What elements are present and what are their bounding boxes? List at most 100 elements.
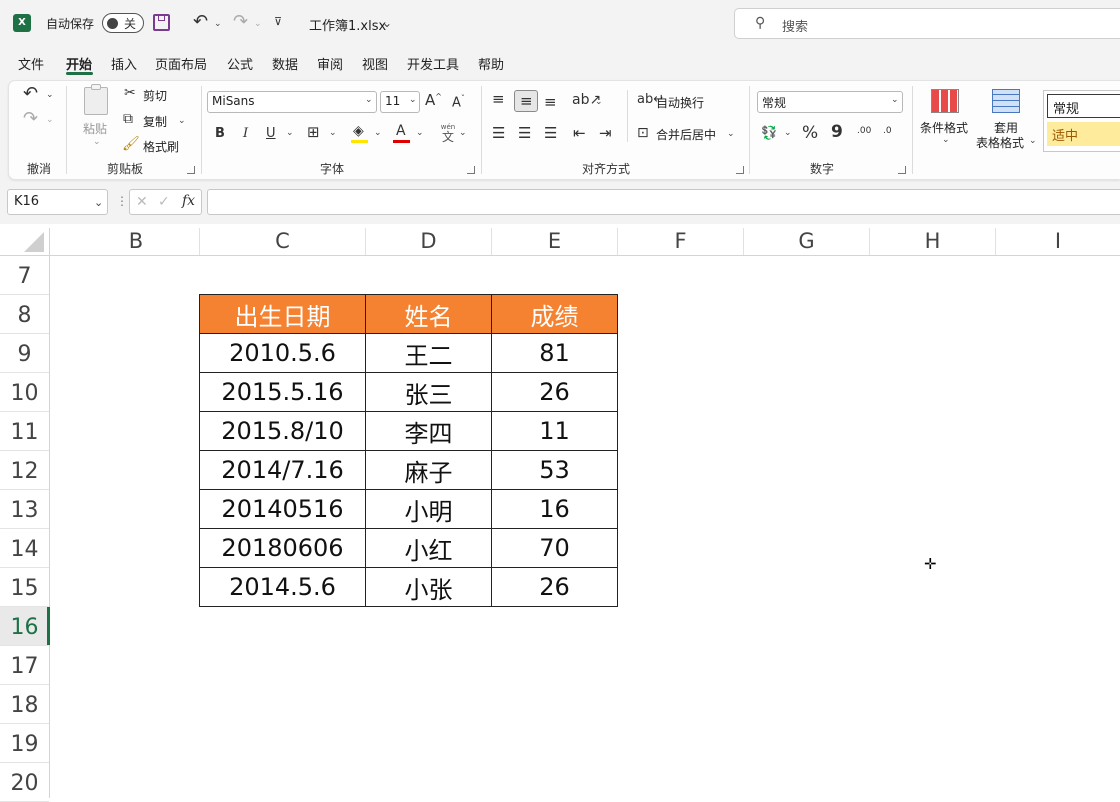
tab-data[interactable]: 数据 bbox=[272, 54, 298, 73]
merge-center-button[interactable]: 合并后居中 bbox=[656, 126, 716, 143]
cell-birthdate[interactable]: 20180606 bbox=[199, 528, 366, 568]
redo-icon[interactable]: ↷ bbox=[233, 13, 248, 31]
header-cell-score[interactable]: 成绩 bbox=[491, 294, 618, 334]
cell-score[interactable]: 53 bbox=[491, 450, 618, 490]
fill-color-icon[interactable]: ◈ bbox=[353, 124, 364, 138]
ribbon-redo-dropdown-icon[interactable]: ⌄ bbox=[46, 115, 54, 125]
row-header[interactable]: 15 bbox=[0, 568, 49, 607]
customize-qat-icon[interactable]: ⊽ bbox=[274, 16, 282, 27]
fill-color-dropdown-icon[interactable]: ⌄ bbox=[374, 128, 382, 138]
format-table-dropdown-icon[interactable]: ⌄ bbox=[1029, 136, 1037, 146]
cell-birthdate[interactable]: 2015.5.16 bbox=[199, 372, 366, 412]
row-header-active[interactable]: 16 bbox=[0, 607, 49, 646]
row-header[interactable]: 18 bbox=[0, 685, 49, 724]
row-header[interactable]: 13 bbox=[0, 490, 49, 529]
row-header[interactable]: 17 bbox=[0, 646, 49, 685]
align-right-icon[interactable]: ☰ bbox=[544, 126, 557, 141]
row-header[interactable]: 7 bbox=[0, 256, 49, 295]
align-bottom-icon[interactable]: ≡ bbox=[544, 95, 557, 110]
cell-score[interactable]: 16 bbox=[491, 489, 618, 529]
cell-name[interactable]: 王二 bbox=[365, 333, 492, 373]
cut-button[interactable]: 剪切 bbox=[143, 87, 167, 104]
increase-indent-icon[interactable]: ⇥ bbox=[599, 126, 612, 141]
tab-review[interactable]: 审阅 bbox=[317, 54, 343, 73]
column-header[interactable]: D bbox=[366, 228, 492, 255]
tab-help[interactable]: 帮助 bbox=[478, 54, 504, 73]
ribbon-redo-icon[interactable]: ↷ bbox=[23, 110, 38, 128]
conditional-format-button[interactable]: 条件格式 bbox=[920, 119, 968, 136]
row-header[interactable]: 10 bbox=[0, 373, 49, 412]
cell-name[interactable]: 小红 bbox=[365, 528, 492, 568]
autosave-toggle[interactable]: 关 bbox=[102, 13, 144, 33]
header-cell-name[interactable]: 姓名 bbox=[365, 294, 492, 334]
paste-button[interactable]: 粘贴 bbox=[83, 120, 107, 137]
row-header[interactable]: 12 bbox=[0, 451, 49, 490]
paste-icon[interactable] bbox=[84, 84, 108, 115]
file-name[interactable]: 工作簿1.xlsx bbox=[309, 15, 386, 34]
tab-home[interactable]: 开始 bbox=[66, 54, 92, 73]
formula-input[interactable] bbox=[207, 189, 1120, 215]
cell-score[interactable]: 26 bbox=[491, 567, 618, 607]
font-name-select[interactable]: MiSans ⌄ bbox=[207, 91, 377, 113]
copy-button[interactable]: 复制 bbox=[143, 113, 167, 130]
format-table-line2[interactable]: 表格格式 bbox=[976, 134, 1024, 151]
conditional-format-dropdown-icon[interactable]: ⌄ bbox=[942, 135, 950, 145]
paste-dropdown-icon[interactable]: ⌄ bbox=[93, 137, 101, 147]
tab-view[interactable]: 视图 bbox=[362, 54, 388, 73]
row-header[interactable]: 8 bbox=[0, 295, 49, 334]
align-top-icon[interactable]: ≡ bbox=[492, 92, 505, 107]
cell-birthdate[interactable]: 2014.5.6 bbox=[199, 567, 366, 607]
font-color-dropdown-icon[interactable]: ⌄ bbox=[416, 128, 424, 138]
cell-score[interactable]: 26 bbox=[491, 372, 618, 412]
align-left-icon[interactable]: ☰ bbox=[492, 126, 505, 141]
italic-button[interactable]: I bbox=[243, 127, 248, 140]
accounting-format-icon[interactable]: 💱 bbox=[761, 127, 777, 140]
formula-bar-more-icon[interactable]: ⋮ bbox=[116, 195, 128, 207]
column-header[interactable]: F bbox=[618, 228, 744, 255]
tab-page-layout[interactable]: 页面布局 bbox=[155, 54, 207, 73]
borders-icon[interactable]: ⊞ bbox=[307, 125, 320, 140]
undo-icon[interactable]: ↶ bbox=[193, 13, 208, 31]
cell-birthdate[interactable]: 2015.8/10 bbox=[199, 411, 366, 451]
undo-dropdown-icon[interactable]: ⌄ bbox=[214, 19, 222, 29]
copy-dropdown-icon[interactable]: ⌄ bbox=[178, 116, 186, 126]
style-normal[interactable]: 常规 bbox=[1047, 94, 1120, 118]
header-cell-birthdate[interactable]: 出生日期 bbox=[199, 294, 366, 334]
column-header[interactable]: C bbox=[200, 228, 366, 255]
comma-style-button[interactable]: 9 bbox=[831, 124, 843, 141]
column-header[interactable]: I bbox=[996, 228, 1120, 255]
clipboard-launcher-icon[interactable] bbox=[187, 166, 195, 174]
format-painter-button[interactable]: 格式刷 bbox=[143, 138, 179, 155]
percent-button[interactable]: % bbox=[802, 125, 818, 142]
save-icon[interactable] bbox=[153, 14, 170, 31]
insert-function-button[interactable]: fx bbox=[182, 194, 195, 208]
conditional-format-icon[interactable] bbox=[931, 89, 959, 113]
phonetic-guide-icon[interactable]: wén 文 bbox=[438, 124, 458, 144]
column-header[interactable]: H bbox=[870, 228, 996, 255]
underline-dropdown-icon[interactable]: ⌄ bbox=[286, 128, 294, 138]
tab-file[interactable]: 文件 bbox=[18, 54, 44, 73]
phonetic-dropdown-icon[interactable]: ⌄ bbox=[459, 128, 467, 138]
cell-name[interactable]: 麻子 bbox=[365, 450, 492, 490]
tab-formulas[interactable]: 公式 bbox=[227, 54, 253, 73]
decrease-indent-icon[interactable]: ⇤ bbox=[573, 126, 586, 141]
search-box[interactable]: ⚲ 搜索 bbox=[734, 8, 1120, 39]
cell-name[interactable]: 李四 bbox=[365, 411, 492, 451]
bold-button[interactable]: B bbox=[215, 127, 225, 140]
style-neutral[interactable]: 适中 bbox=[1047, 122, 1120, 146]
increase-font-icon[interactable]: A^ bbox=[425, 93, 442, 108]
select-all-corner[interactable] bbox=[0, 228, 50, 255]
cell-score[interactable]: 70 bbox=[491, 528, 618, 568]
font-size-select[interactable]: 11 ⌄ bbox=[380, 91, 420, 113]
column-header[interactable]: E bbox=[492, 228, 618, 255]
ribbon-undo-icon[interactable]: ↶ bbox=[23, 85, 38, 103]
row-header[interactable]: 20 bbox=[0, 763, 49, 802]
cell-birthdate[interactable]: 2014/7.16 bbox=[199, 450, 366, 490]
row-header[interactable]: 9 bbox=[0, 334, 49, 373]
cancel-icon[interactable]: ✕ bbox=[136, 195, 148, 209]
cut-icon[interactable]: ✂ bbox=[124, 86, 136, 100]
cell-name[interactable]: 小明 bbox=[365, 489, 492, 529]
copy-icon[interactable]: ⧉ bbox=[123, 112, 133, 126]
cell-birthdate[interactable]: 20140516 bbox=[199, 489, 366, 529]
cell-name[interactable]: 张三 bbox=[365, 372, 492, 412]
